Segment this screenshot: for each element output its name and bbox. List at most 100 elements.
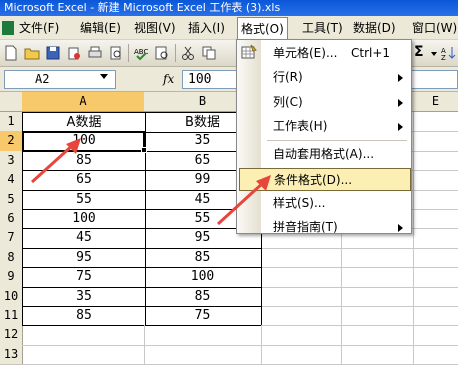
- sum-icon[interactable]: Σ: [414, 44, 424, 60]
- format-menu-item-5[interactable]: 条件格式(D)...: [239, 168, 411, 191]
- cell-c12[interactable]: [261, 325, 342, 346]
- row-header-8[interactable]: 8: [0, 247, 23, 269]
- cell-e12[interactable]: [413, 325, 458, 346]
- row-header-2[interactable]: 2: [0, 131, 23, 152]
- menu-view[interactable]: 视图(V): [131, 16, 179, 40]
- cell-a9[interactable]: 75: [22, 267, 146, 288]
- menu-file[interactable]: 文件(F): [16, 16, 62, 40]
- format-menu-item-0[interactable]: 单元格(E)... Ctrl+1: [239, 42, 411, 65]
- row-header-1[interactable]: 1: [0, 112, 23, 133]
- fill-handle[interactable]: [141, 147, 147, 153]
- toolbar-separator: [128, 44, 129, 62]
- cell-e9[interactable]: [413, 267, 458, 288]
- row-header-12[interactable]: 12: [0, 325, 23, 346]
- select-all-corner[interactable]: [0, 92, 23, 112]
- cell-c10[interactable]: [261, 286, 342, 307]
- menu-format[interactable]: 格式(O): [237, 17, 288, 41]
- cell-d11[interactable]: [341, 306, 414, 327]
- row-header-6[interactable]: 6: [0, 209, 23, 230]
- row-header-9[interactable]: 9: [0, 267, 23, 288]
- cell-e6[interactable]: [413, 209, 458, 230]
- cell-a5[interactable]: 55: [22, 189, 146, 210]
- copy-icon[interactable]: [201, 45, 217, 61]
- fx-icon[interactable]: fx: [163, 72, 174, 86]
- row-header-7[interactable]: 7: [0, 228, 23, 249]
- title-bar: Microsoft Excel - 新建 Microsoft Excel 工作表…: [0, 0, 458, 16]
- cell-c11[interactable]: [261, 306, 342, 327]
- name-box-value: A2: [35, 72, 50, 86]
- cell-b12[interactable]: [144, 325, 262, 346]
- cell-d13[interactable]: [341, 344, 414, 366]
- print-icon[interactable]: [87, 45, 103, 61]
- cell-a13[interactable]: [22, 344, 145, 366]
- format-menu-item-3[interactable]: 工作表(H): [239, 115, 411, 138]
- cell-a4[interactable]: 65: [22, 170, 146, 191]
- open-folder-icon[interactable]: [24, 45, 40, 61]
- cell-e4[interactable]: [413, 170, 458, 191]
- cell-c13[interactable]: [261, 344, 342, 366]
- cell-d8[interactable]: [341, 247, 414, 269]
- cell-b9[interactable]: 100: [144, 267, 262, 288]
- submenu-arrow-icon: [398, 99, 403, 107]
- spelling-icon[interactable]: ABC: [133, 45, 149, 61]
- row-header-4[interactable]: 4: [0, 170, 23, 191]
- print-preview-icon[interactable]: [108, 45, 124, 61]
- chevron-down-icon[interactable]: [100, 74, 108, 79]
- menu-window[interactable]: 窗口(W): [409, 16, 458, 40]
- format-menu-item-4[interactable]: 自动套用格式(A)...: [239, 143, 411, 166]
- name-box[interactable]: A2: [4, 70, 116, 89]
- cell-a8[interactable]: 95: [22, 247, 146, 269]
- menu-insert[interactable]: 插入(I): [185, 16, 228, 40]
- save-icon[interactable]: [45, 45, 61, 61]
- cell-e2[interactable]: [413, 131, 458, 152]
- menu-tools[interactable]: 工具(T): [299, 16, 346, 40]
- cell-e1[interactable]: [413, 112, 458, 133]
- cell-d9[interactable]: [341, 267, 414, 288]
- cell-e7[interactable]: [413, 228, 458, 249]
- cell-e8[interactable]: [413, 248, 458, 269]
- cell-e11[interactable]: [413, 306, 458, 327]
- cell-a7[interactable]: 45: [22, 228, 146, 249]
- row-header-5[interactable]: 5: [0, 189, 23, 210]
- cell-c8[interactable]: [261, 247, 342, 269]
- column-header-e[interactable]: E: [413, 92, 458, 112]
- cell-a12[interactable]: [22, 325, 145, 346]
- menu-edit[interactable]: 编辑(E): [77, 16, 124, 40]
- cell-b13[interactable]: [144, 344, 262, 366]
- row-header-3[interactable]: 3: [0, 150, 23, 172]
- cell-e10[interactable]: [413, 287, 458, 307]
- row-header-13[interactable]: 13: [0, 344, 23, 366]
- cut-icon[interactable]: [180, 45, 196, 61]
- cell-a3[interactable]: 85: [22, 150, 146, 172]
- cell-a10[interactable]: 35: [22, 286, 146, 307]
- svg-text:Z: Z: [441, 54, 446, 61]
- cell-e3[interactable]: [413, 151, 458, 172]
- cell-c9[interactable]: [261, 267, 342, 288]
- cell-b11[interactable]: 75: [144, 306, 262, 327]
- format-menu-item-6[interactable]: 样式(S)...: [239, 192, 411, 215]
- column-header-a[interactable]: A: [22, 92, 145, 112]
- cell-b8[interactable]: 85: [144, 247, 262, 269]
- cell-b10[interactable]: 85: [144, 286, 262, 307]
- menu-bar: 文件(F) 编辑(E) 视图(V) 插入(I) 格式(O) 工具(T) 数据(D…: [0, 16, 458, 41]
- submenu-arrow-icon: [398, 123, 403, 131]
- cell-a6[interactable]: 100: [22, 209, 146, 230]
- cell-d12[interactable]: [341, 325, 414, 346]
- research-icon[interactable]: [154, 45, 170, 61]
- row-header-10[interactable]: 10: [0, 286, 23, 307]
- new-document-icon[interactable]: [3, 45, 19, 61]
- row-header-11[interactable]: 11: [0, 306, 23, 327]
- chevron-down-icon[interactable]: [431, 52, 437, 56]
- format-menu-item-7[interactable]: 拼音指南(T): [239, 216, 411, 239]
- permission-icon[interactable]: [66, 45, 82, 61]
- cell-a2[interactable]: 100: [22, 131, 146, 152]
- cell-d10[interactable]: [341, 286, 414, 307]
- format-menu-item-2[interactable]: 列(C): [239, 91, 411, 114]
- cell-a11[interactable]: 85: [22, 306, 146, 327]
- format-menu-item-1[interactable]: 行(R): [239, 66, 411, 89]
- sort-ascending-icon[interactable]: AZ: [441, 45, 457, 61]
- cell-e5[interactable]: [413, 190, 458, 210]
- cell-a1[interactable]: A数据: [22, 112, 146, 134]
- menu-data[interactable]: 数据(D): [350, 16, 399, 40]
- cell-e13[interactable]: [413, 345, 458, 366]
